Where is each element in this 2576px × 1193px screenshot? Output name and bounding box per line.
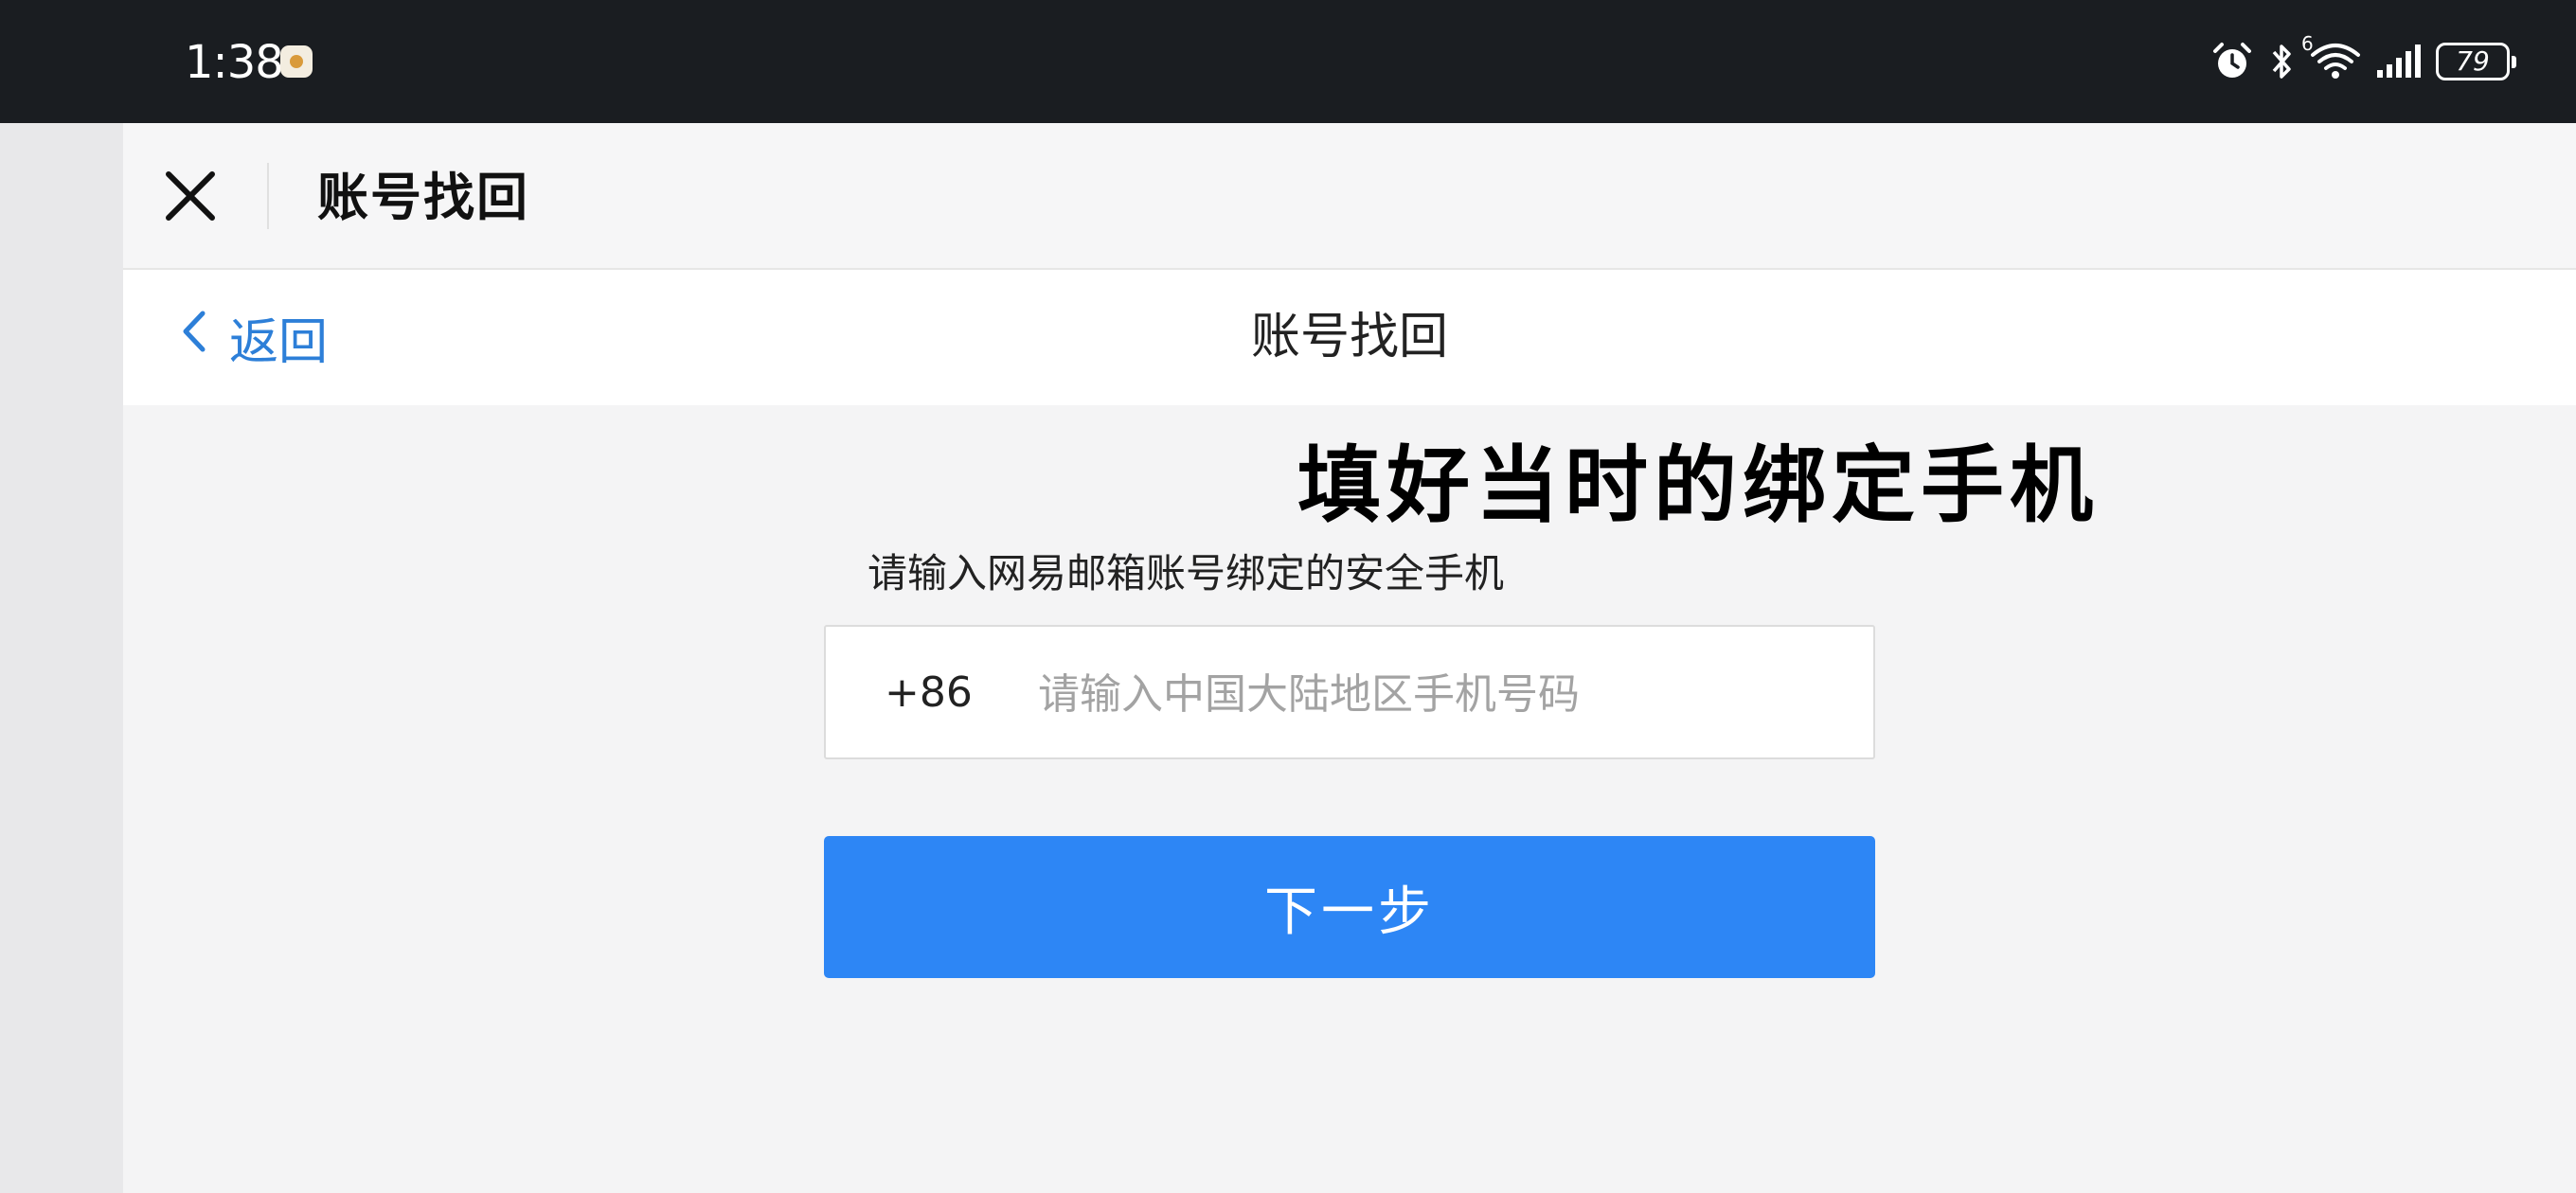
- status-time: 1:38: [185, 36, 284, 89]
- page-title: 账号找回: [1250, 309, 1448, 365]
- bluetooth-icon: [2267, 40, 2296, 83]
- network-label: 6: [2301, 32, 2314, 55]
- toolbar-title: 账号找回: [317, 168, 529, 227]
- phone-field: +86: [824, 625, 1875, 759]
- status-icons: 6 79: [2210, 28, 2516, 95]
- battery-icon: 79: [2436, 43, 2516, 80]
- wifi-icon: 6: [2301, 32, 2362, 83]
- app-toolbar: 账号找回: [123, 123, 2576, 270]
- alarm-icon: [2210, 40, 2254, 83]
- left-edge-strip: [0, 123, 123, 1193]
- form-prompt: 请输入网易邮箱账号绑定的安全手机: [868, 550, 1505, 596]
- next-button[interactable]: 下一步: [824, 836, 1875, 978]
- toolbar-divider: [267, 163, 269, 229]
- nav-bar: 返回 账号找回: [123, 270, 2576, 405]
- phone-input[interactable]: [1036, 655, 1854, 733]
- country-code[interactable]: +86: [885, 663, 973, 723]
- main-content: 填好当时的绑定手机 请输入网易邮箱账号绑定的安全手机 +86 下一步: [123, 405, 2576, 1193]
- status-bar: 1:38 6 79: [0, 0, 2576, 123]
- signal-icon: [2375, 40, 2423, 83]
- close-icon[interactable]: [161, 167, 220, 225]
- app-badge-icon: [280, 45, 313, 78]
- annotation-text: 填好当时的绑定手机: [1297, 436, 2100, 534]
